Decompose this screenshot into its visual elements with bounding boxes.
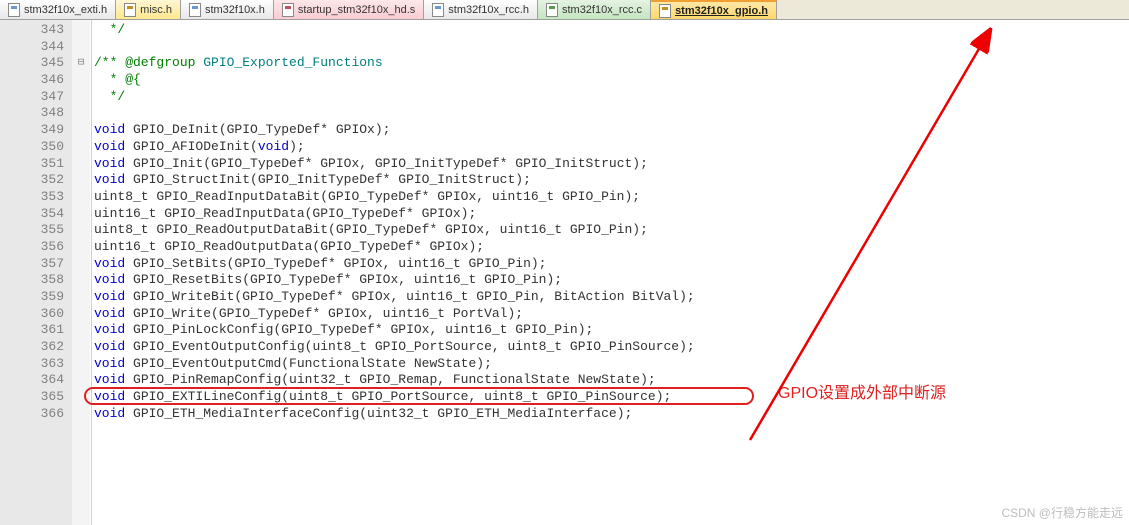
line-number: 364 — [0, 372, 64, 389]
fold-toggle-icon[interactable]: ⊟ — [72, 55, 90, 72]
line-number: 362 — [0, 339, 64, 356]
tab-label: misc.h — [140, 4, 172, 16]
line-number: 361 — [0, 322, 64, 339]
code-line: void GPIO_PinLockConfig(GPIO_TypeDef* GP… — [94, 322, 1129, 339]
line-number: 354 — [0, 206, 64, 223]
code-line: void GPIO_StructInit(GPIO_InitTypeDef* G… — [94, 172, 1129, 189]
file-icon — [282, 3, 294, 17]
indent-guide — [91, 20, 92, 525]
code-line: void GPIO_EXTILineConfig(uint8_t GPIO_Po… — [94, 389, 1129, 406]
file-icon — [124, 3, 136, 17]
code-line: void GPIO_WriteBit(GPIO_TypeDef* GPIOx, … — [94, 289, 1129, 306]
code-line: void GPIO_SetBits(GPIO_TypeDef* GPIOx, u… — [94, 256, 1129, 273]
tab-label: startup_stm32f10x_hd.s — [298, 4, 415, 16]
line-number: 356 — [0, 239, 64, 256]
tab-misc[interactable]: misc.h — [116, 0, 181, 19]
code-line: */ — [94, 22, 1129, 39]
line-number: 343 — [0, 22, 64, 39]
tab-startup[interactable]: startup_stm32f10x_hd.s — [274, 0, 424, 19]
code-line: void GPIO_PinRemapConfig(uint32_t GPIO_R… — [94, 372, 1129, 389]
tab-rcc-h[interactable]: stm32f10x_rcc.h — [424, 0, 538, 19]
file-icon — [546, 3, 558, 17]
code-line: uint16_t GPIO_ReadOutputData(GPIO_TypeDe… — [94, 239, 1129, 256]
code-line: * @{ — [94, 72, 1129, 89]
code-line: void GPIO_ETH_MediaInterfaceConfig(uint3… — [94, 406, 1129, 423]
line-number: 349 — [0, 122, 64, 139]
code-line — [94, 39, 1129, 56]
line-number: 346 — [0, 72, 64, 89]
line-number: 358 — [0, 272, 64, 289]
line-number: 365 — [0, 389, 64, 406]
line-number: 344 — [0, 39, 64, 56]
line-number: 360 — [0, 306, 64, 323]
line-number: 359 — [0, 289, 64, 306]
line-number: 363 — [0, 356, 64, 373]
line-number: 352 — [0, 172, 64, 189]
line-number: 353 — [0, 189, 64, 206]
watermark: CSDN @行稳方能走远 — [1001, 504, 1123, 521]
file-icon — [189, 3, 201, 17]
line-number: 351 — [0, 156, 64, 173]
line-number: 357 — [0, 256, 64, 273]
tab-label: stm32f10x_rcc.h — [448, 4, 529, 16]
file-icon — [659, 4, 671, 18]
line-number-gutter: 343 344 345 346 347 348 349 350 351 352 … — [0, 20, 72, 525]
code-line: void GPIO_EventOutputCmd(FunctionalState… — [94, 356, 1129, 373]
code-line: uint16_t GPIO_ReadInputData(GPIO_TypeDef… — [94, 206, 1129, 223]
file-icon — [8, 3, 20, 17]
fold-gutter: ⊟ — [72, 20, 90, 525]
line-number: 345 — [0, 55, 64, 72]
line-number: 347 — [0, 89, 64, 106]
code-area[interactable]: */ /** @defgroup GPIO_Exported_Functions… — [90, 20, 1129, 525]
tab-rcc-c[interactable]: stm32f10x_rcc.c — [538, 0, 651, 19]
code-editor[interactable]: 343 344 345 346 347 348 349 350 351 352 … — [0, 20, 1129, 525]
line-number: 348 — [0, 105, 64, 122]
tab-label: stm32f10x_rcc.c — [562, 4, 642, 16]
tab-stm32f10x[interactable]: stm32f10x.h — [181, 0, 274, 19]
code-line: void GPIO_EventOutputConfig(uint8_t GPIO… — [94, 339, 1129, 356]
line-number: 355 — [0, 222, 64, 239]
tab-label: stm32f10x_gpio.h — [675, 5, 768, 17]
code-line — [94, 105, 1129, 122]
annotation-text: GPIO设置成外部中断源 — [778, 386, 946, 403]
tab-exti[interactable]: stm32f10x_exti.h — [0, 0, 116, 19]
code-line: */ — [94, 89, 1129, 106]
line-number: 366 — [0, 406, 64, 423]
tab-label: stm32f10x.h — [205, 4, 265, 16]
code-line: void GPIO_AFIODeInit(void); — [94, 139, 1129, 156]
code-line: void GPIO_DeInit(GPIO_TypeDef* GPIOx); — [94, 122, 1129, 139]
code-line: void GPIO_Init(GPIO_TypeDef* GPIOx, GPIO… — [94, 156, 1129, 173]
file-icon — [432, 3, 444, 17]
code-line: /** @defgroup GPIO_Exported_Functions — [94, 55, 1129, 72]
code-line: uint8_t GPIO_ReadOutputDataBit(GPIO_Type… — [94, 222, 1129, 239]
line-number: 350 — [0, 139, 64, 156]
code-line: uint8_t GPIO_ReadInputDataBit(GPIO_TypeD… — [94, 189, 1129, 206]
tab-gpio-h[interactable]: stm32f10x_gpio.h — [651, 0, 777, 19]
tab-label: stm32f10x_exti.h — [24, 4, 107, 16]
tab-bar: stm32f10x_exti.h misc.h stm32f10x.h star… — [0, 0, 1129, 20]
code-line: void GPIO_Write(GPIO_TypeDef* GPIOx, uin… — [94, 306, 1129, 323]
code-line: void GPIO_ResetBits(GPIO_TypeDef* GPIOx,… — [94, 272, 1129, 289]
